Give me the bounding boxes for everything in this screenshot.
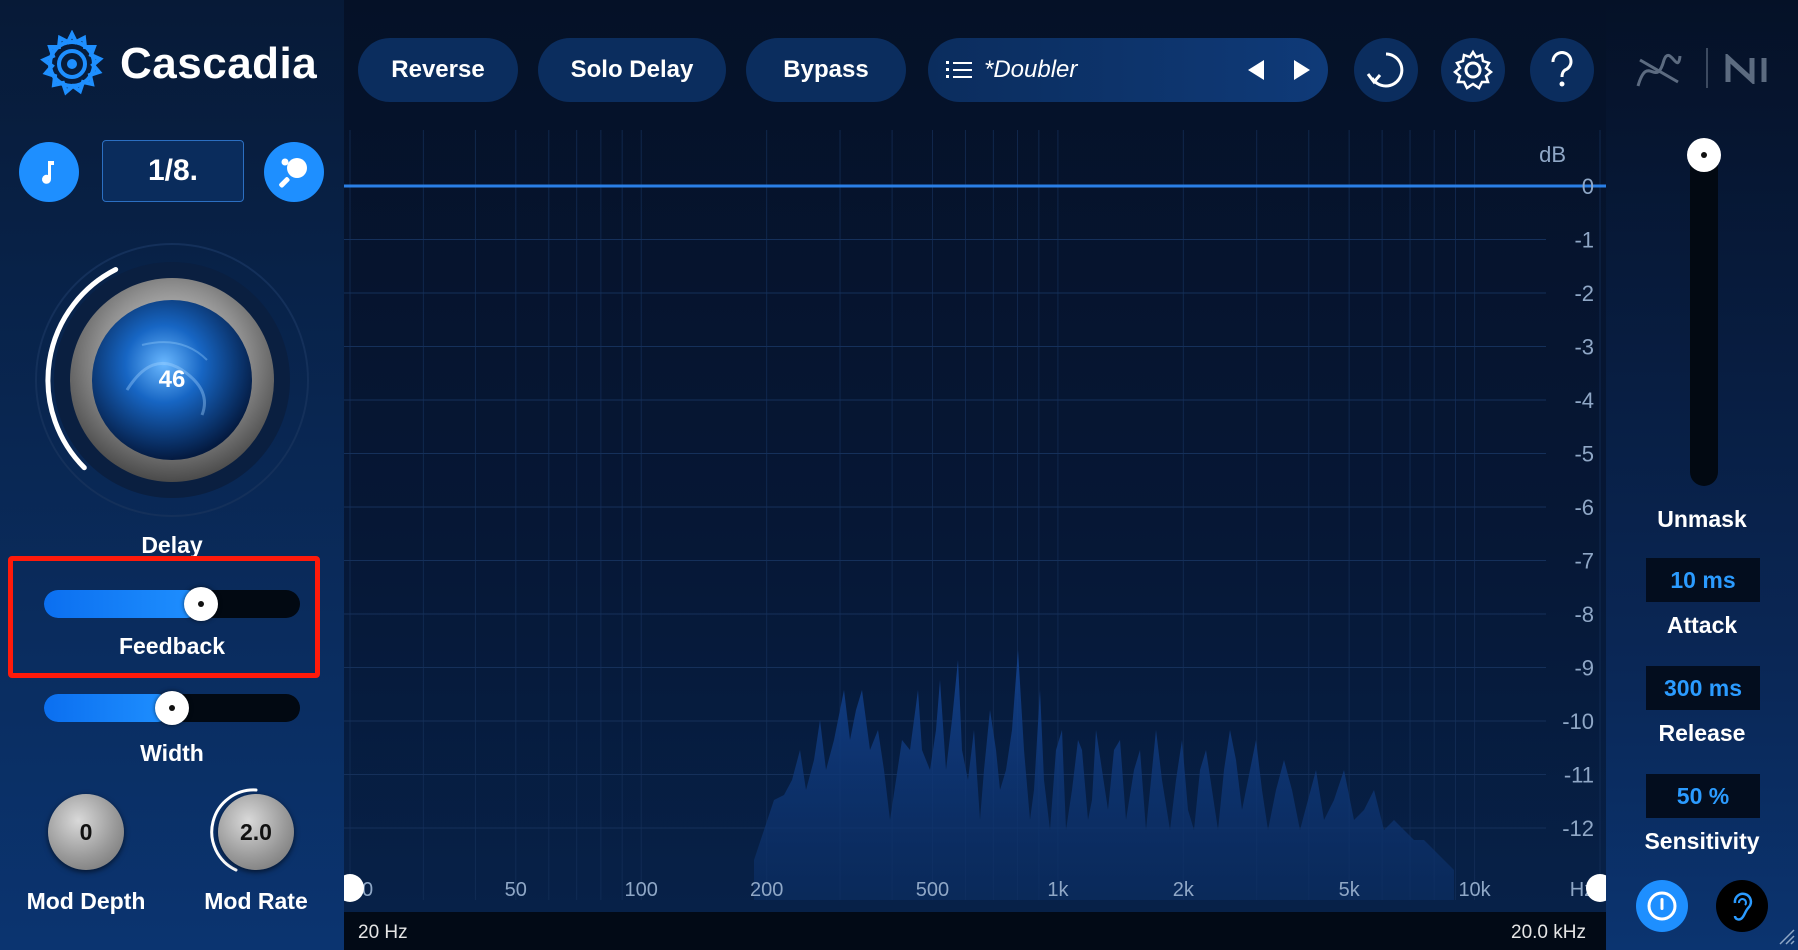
width-slider[interactable] [44,691,300,725]
range-high-label: 20.0 kHz [1511,922,1586,943]
cascadia-logo-icon [40,30,104,96]
freq-tick-label: 100 [625,879,658,901]
db-tick-label: -7 [1574,549,1594,574]
power-toggle-button[interactable] [1636,880,1688,932]
attack-label: Attack [1666,612,1738,638]
mod-depth-knob[interactable]: 0 [48,794,124,870]
mod-depth-value: 0 [79,818,93,845]
sensitivity-value[interactable]: 50 % [1646,774,1760,818]
preset-prev-icon[interactable] [1246,58,1266,82]
unmask-slider[interactable] [1690,140,1718,486]
db-tick-label: 0 [1582,174,1594,199]
preset-next-icon[interactable] [1292,58,1312,82]
plugin-window: Cascadia 1/8. 46 Delay Feedback Width 0 … [0,0,1798,950]
preset-selector[interactable]: *Doubler [928,38,1328,102]
gear-icon [1452,49,1494,90]
frequency-range-bar: 20 Hz 20.0 kHz [344,912,1606,950]
freq-tick-label: 5k [1339,879,1361,901]
db-tick-label: -12 [1562,816,1594,841]
db-tick-label: -6 [1574,495,1594,520]
time-division-display[interactable]: 1/8. [102,140,244,202]
freq-tick-label: 50 [505,879,527,901]
list-icon [946,61,972,78]
width-slider-fill [44,694,172,722]
freq-tick-label: 1k [1047,879,1069,901]
width-label: Width [140,740,204,766]
release-label: Release [1658,720,1746,746]
mod-rate-knob[interactable]: 2.0 [218,794,294,870]
db-tick-label: -8 [1574,602,1594,627]
tempo-sync-button[interactable] [19,142,79,202]
ear-icon [1733,892,1753,921]
feedback-highlight-box [8,556,320,678]
power-icon [1647,891,1677,921]
solo-delay-button[interactable]: Solo Delay [538,38,726,102]
logo-divider [1706,48,1708,88]
ping-pong-button[interactable] [264,142,324,202]
db-tick-label: -3 [1574,335,1594,360]
history-icon [1366,52,1404,88]
music-note-icon [42,161,54,184]
db-tick-label: -1 [1574,228,1594,253]
width-slider-thumb[interactable] [155,691,189,725]
freq-tick-label: 500 [916,879,949,901]
right-panel: Unmask 10 ms Attack 300 ms Release 50 % … [1606,0,1798,950]
sensitivity-label: Sensitivity [1644,828,1760,854]
ni-logo-icon [1725,54,1767,84]
left-panel: Cascadia 1/8. 46 Delay Feedback Width 0 … [0,0,344,950]
reverse-button[interactable]: Reverse [358,38,518,102]
db-tick-label: -4 [1574,388,1594,413]
db-unit-label: dB [1539,142,1566,167]
resize-grip-icon[interactable] [1776,926,1796,946]
bypass-button[interactable]: Bypass [746,38,906,102]
settings-button[interactable] [1441,38,1505,102]
mod-rate-value: 2.0 [240,818,272,845]
freq-tick-label: 2k [1173,879,1195,901]
db-tick-label: -10 [1562,709,1594,734]
preset-name: *Doubler [984,56,1078,83]
db-tick-label: -5 [1574,442,1594,467]
release-value[interactable]: 300 ms [1646,666,1760,710]
unmask-slider-thumb[interactable] [1687,138,1721,172]
listen-button[interactable] [1716,880,1768,932]
db-tick-label: -11 [1564,763,1594,788]
delay-value: 46 [158,366,186,393]
freq-tick-label: 200 [750,879,783,901]
delay-knob[interactable]: 46 [32,240,312,520]
question-icon [1551,51,1573,87]
undo-history-button[interactable] [1354,38,1418,102]
mod-rate-label: Mod Rate [204,888,308,914]
range-low-label: 20 Hz [358,922,408,943]
unmask-label: Unmask [1657,506,1747,532]
help-button[interactable] [1530,38,1594,102]
db-tick-label: -2 [1574,281,1594,306]
delay-label: Delay [141,532,203,558]
attack-value[interactable]: 10 ms [1646,558,1760,602]
ping-pong-icon [279,158,307,188]
app-name: Cascadia [120,39,318,88]
mod-depth-label: Mod Depth [26,888,146,914]
izotope-logo-icon [1636,53,1682,87]
spectrum-display[interactable]: dB 0-1-2-3-4-5-6-7-8-9-10-11-12 20501002… [344,130,1606,912]
freq-tick-label: 10k [1458,879,1491,901]
logo: Cascadia [38,30,317,98]
db-tick-label: -9 [1574,656,1594,681]
